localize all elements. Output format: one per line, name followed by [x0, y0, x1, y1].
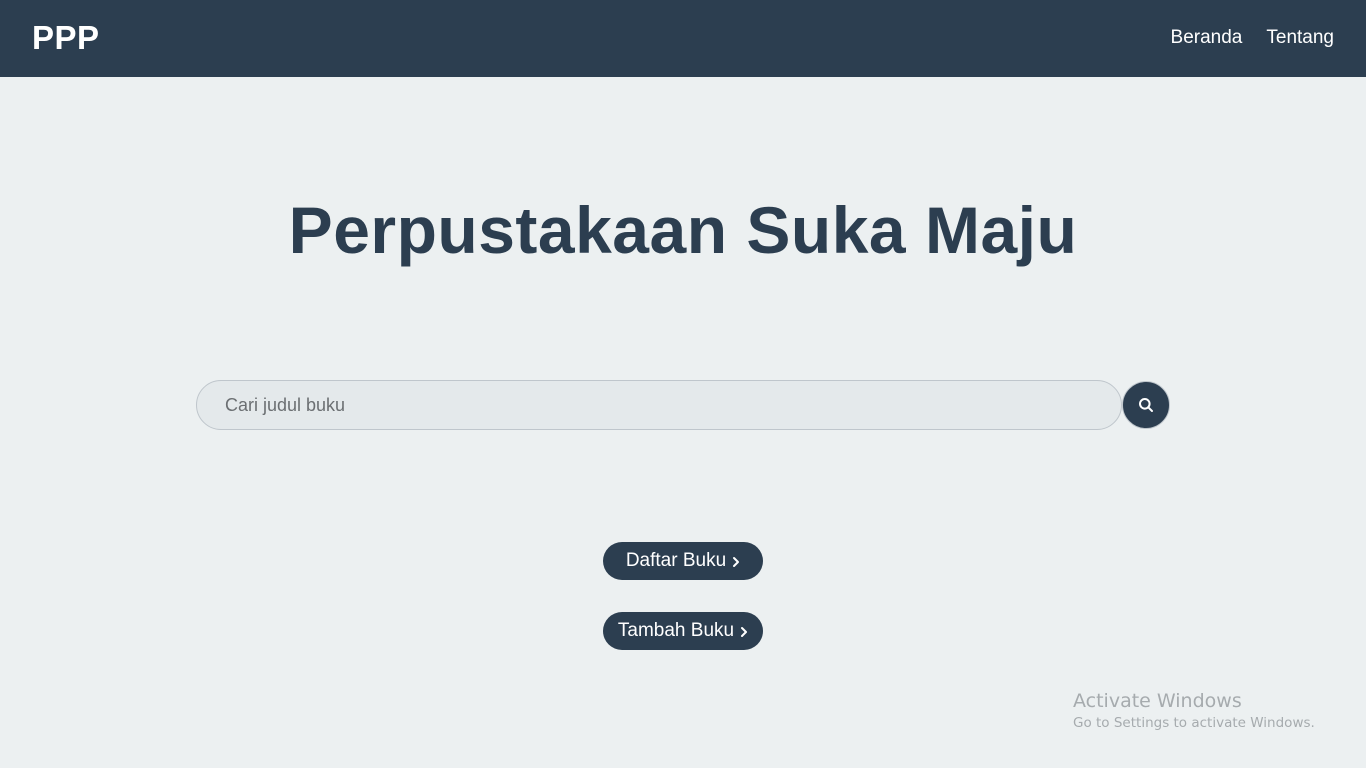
tambah-buku-button[interactable]: Tambah Buku — [603, 612, 763, 650]
chevron-right-icon — [732, 556, 740, 568]
brand-logo[interactable]: PPP — [32, 19, 100, 57]
chevron-right-icon — [740, 626, 748, 638]
watermark-title: Activate Windows — [1073, 690, 1242, 712]
search-input[interactable] — [196, 380, 1122, 430]
navbar: PPP Beranda Tentang — [0, 0, 1366, 77]
watermark-subtitle: Go to Settings to activate Windows. — [1073, 715, 1315, 731]
daftar-buku-button[interactable]: Daftar Buku — [603, 542, 763, 580]
nav-links: Beranda Tentang — [1171, 26, 1334, 50]
search-icon — [1138, 397, 1154, 413]
nav-link-tentang[interactable]: Tentang — [1266, 26, 1334, 50]
nav-link-beranda[interactable]: Beranda — [1171, 26, 1243, 50]
activate-windows-watermark: Activate Windows Go to Settings to activ… — [1073, 689, 1315, 733]
search-button[interactable] — [1122, 381, 1170, 429]
tambah-buku-label: Tambah Buku — [617, 620, 735, 641]
page-title: Perpustakaan Suka Maju — [288, 193, 1078, 267]
daftar-buku-label: Daftar Buku — [625, 550, 727, 571]
